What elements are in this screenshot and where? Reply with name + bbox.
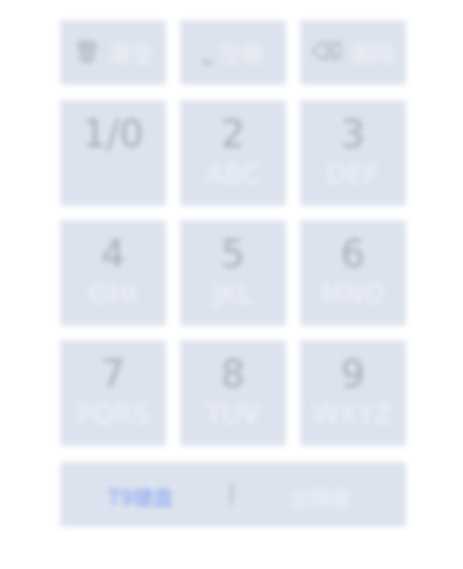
clear-label: 清空 bbox=[108, 42, 153, 68]
key-7[interactable]: 7 PQRS bbox=[60, 340, 166, 446]
key-digit: 2 bbox=[220, 112, 246, 156]
key-letters: WXYZ bbox=[313, 400, 393, 430]
space-label: 空格 bbox=[219, 42, 264, 68]
trash-icon: 🗑 bbox=[73, 40, 101, 65]
key-8[interactable]: 8 TUV bbox=[180, 340, 286, 446]
space-bar-icon: ⎵ bbox=[202, 40, 212, 65]
key-3[interactable]: 3 DEF bbox=[300, 100, 406, 206]
key-digit: 8 bbox=[220, 352, 246, 396]
key-digit: 4 bbox=[100, 232, 126, 276]
key-letters: JKL bbox=[212, 280, 254, 310]
key-6[interactable]: 6 MNO bbox=[300, 220, 406, 326]
key-digit: 5 bbox=[220, 232, 246, 276]
delete-button[interactable]: ⌫ 删除 bbox=[300, 20, 406, 85]
backspace-icon: ⌫ bbox=[311, 40, 343, 65]
key-2[interactable]: 2 ABC bbox=[180, 100, 286, 206]
delete-label: 删除 bbox=[350, 42, 395, 68]
key-digit: 9 bbox=[340, 352, 366, 396]
key-digit: 6 bbox=[340, 232, 366, 276]
key-letters: GHI bbox=[88, 280, 138, 310]
key-4[interactable]: 4 GHI bbox=[60, 220, 166, 326]
clear-button[interactable]: 🗑 清空 bbox=[60, 20, 166, 85]
key-9[interactable]: 9 WXYZ bbox=[300, 340, 406, 446]
key-letters: MNO bbox=[321, 280, 385, 310]
key-digit: 3 bbox=[340, 112, 366, 156]
key-1[interactable]: 1/0 bbox=[60, 100, 166, 206]
key-letters: PQRS bbox=[76, 400, 150, 430]
keyboard-mode-bar: T9键盘 | 全键盘 bbox=[60, 462, 406, 527]
mode-separator: | bbox=[228, 480, 236, 505]
key-digit: 7 bbox=[100, 352, 126, 396]
full-keyboard-tab[interactable]: 全键盘 bbox=[290, 482, 350, 511]
t9-keypad: 🗑 清空 ⎵ 空格 ⌫ 删除 1/0 2 ABC 3 DEF 4 GHI 5 J… bbox=[0, 0, 463, 569]
key-digit: 1/0 bbox=[82, 112, 144, 156]
space-button[interactable]: ⎵ 空格 bbox=[180, 20, 286, 85]
key-letters: ABC bbox=[205, 160, 261, 190]
t9-keyboard-tab[interactable]: T9键盘 bbox=[108, 482, 173, 511]
key-letters: DEF bbox=[326, 160, 380, 190]
key-letters: TUV bbox=[205, 400, 261, 430]
key-5[interactable]: 5 JKL bbox=[180, 220, 286, 326]
